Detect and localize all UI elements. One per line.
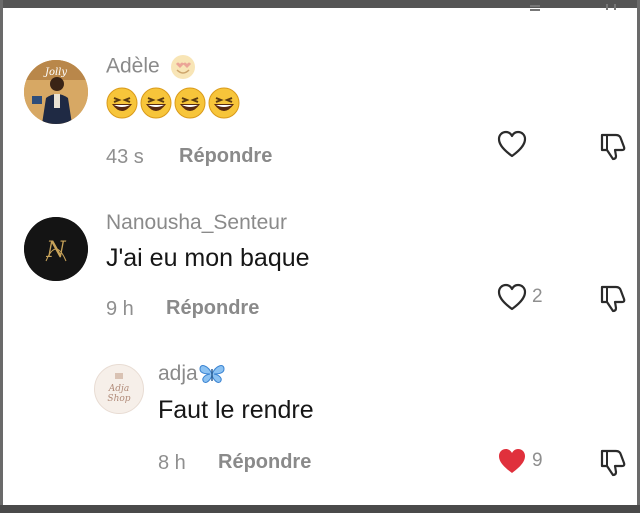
comment-time: 43 s [106, 146, 144, 168]
avatar[interactable]: Jolly [24, 60, 88, 124]
heart-eyes-emoji-icon [170, 55, 195, 79]
svg-text:Jolly: Jolly [43, 67, 67, 78]
adja-shop-logo: Adja Shop [95, 365, 143, 413]
dislike-icon[interactable] [598, 283, 628, 313]
svg-text:N: N [45, 238, 66, 263]
comment-author[interactable]: adja [158, 362, 198, 385]
dislike-icon[interactable] [598, 447, 628, 477]
comment-author[interactable]: Adèle [106, 55, 160, 78]
comment-author[interactable]: Nanousha_Senteur [106, 211, 287, 235]
liked-heart-icon[interactable] [497, 447, 527, 475]
partial-icon [530, 5, 540, 11]
comment-text [106, 86, 242, 125]
like-heart-icon[interactable] [497, 130, 527, 158]
bottom-frame [0, 505, 640, 513]
avatar[interactable]: Adja Shop [94, 364, 144, 414]
svg-text:Adja: Adja [108, 384, 129, 394]
left-frame [0, 0, 3, 513]
comment-time: 8 h [158, 452, 186, 474]
comment-time: 9 h [106, 298, 134, 320]
comment-author-row: adja [158, 362, 226, 386]
partial-icon [606, 4, 616, 10]
reply-button[interactable]: Répondre [179, 145, 272, 168]
butterfly-emoji-icon [199, 365, 225, 384]
reply-button[interactable]: Répondre [218, 451, 311, 474]
laughing-emoji-icon [106, 87, 240, 119]
comment-text: J'ai eu mon baque [106, 244, 310, 272]
top-frame [0, 0, 640, 8]
svg-text:Shop: Shop [107, 394, 130, 404]
like-heart-icon[interactable] [497, 283, 527, 311]
like-count: 9 [532, 450, 543, 471]
like-count: 2 [532, 286, 543, 307]
reply-button[interactable]: Répondre [166, 297, 259, 320]
dislike-icon[interactable] [598, 131, 628, 161]
comment-text: Faut le rendre [158, 396, 314, 424]
avatar[interactable]: N [24, 217, 88, 281]
comment-author-row: Adèle [106, 54, 196, 80]
